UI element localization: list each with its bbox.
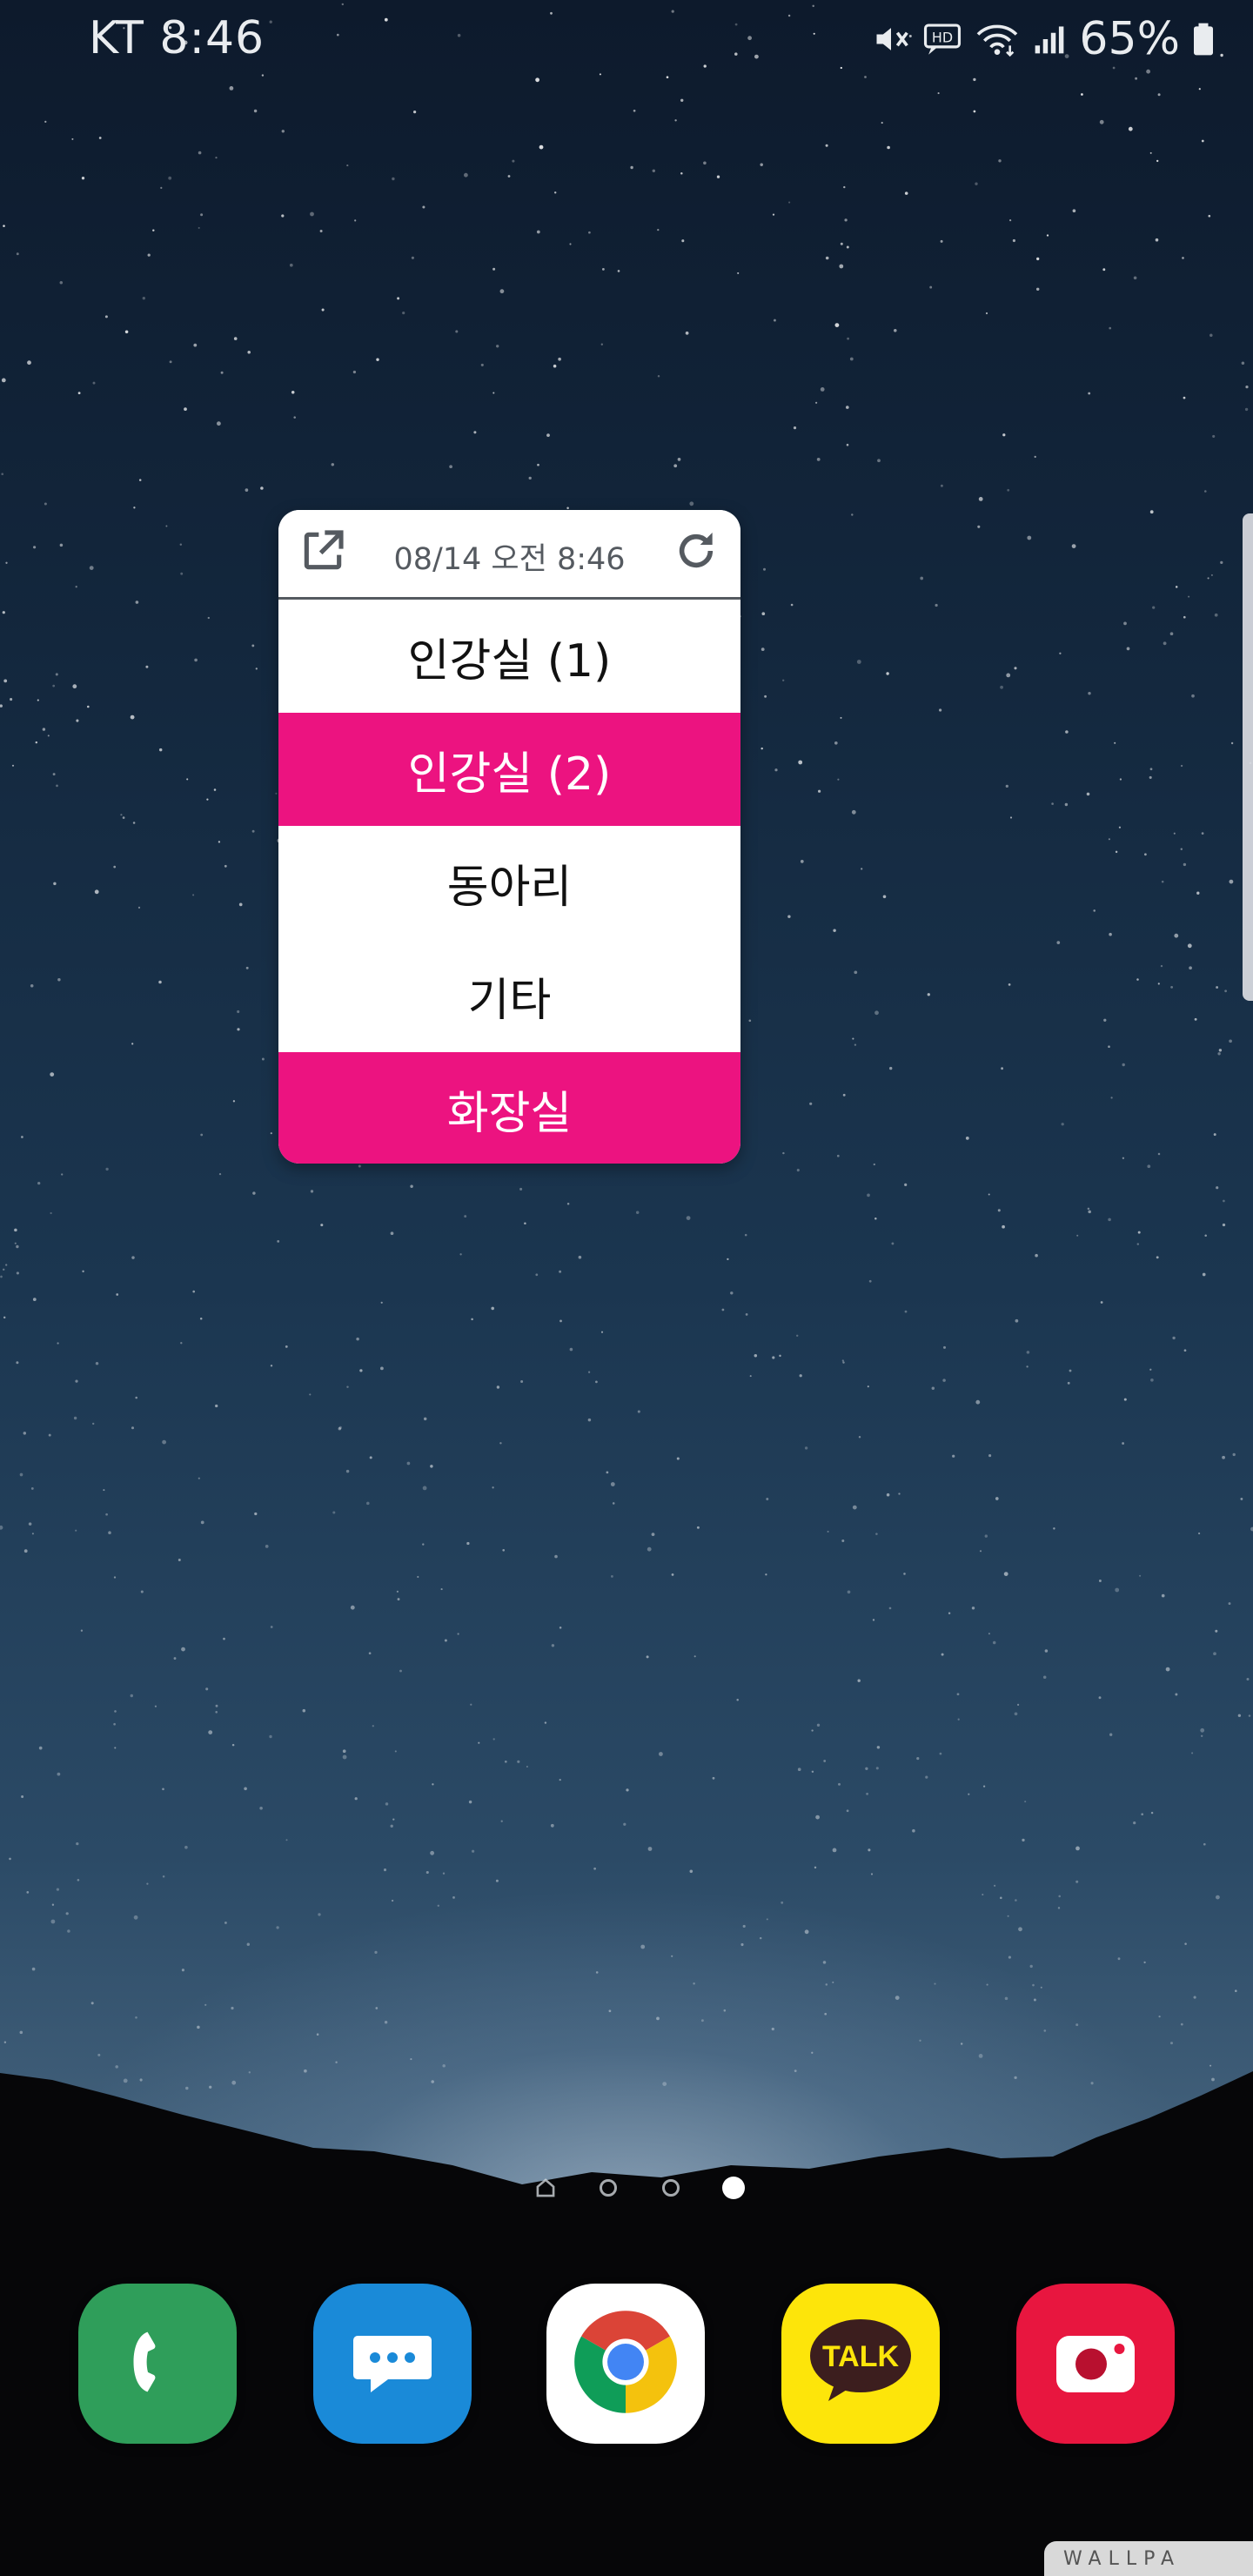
wifi-icon xyxy=(975,20,1020,58)
mute-icon xyxy=(872,20,910,58)
signal-icon xyxy=(1032,20,1067,58)
phone-icon xyxy=(110,2314,205,2413)
battery-percent: 65% xyxy=(1079,13,1180,65)
room-list: 인강실 (1) 인강실 (2) 동아리 기타 화장실 xyxy=(278,600,740,1164)
camera-icon xyxy=(1043,2310,1148,2418)
widget-header: 08/14 오전 8:46 xyxy=(278,510,740,600)
home-page-dot[interactable] xyxy=(534,2177,557,2199)
page-dot[interactable] xyxy=(660,2177,682,2199)
messages-icon xyxy=(340,2310,445,2418)
svg-text:HD: HD xyxy=(932,30,953,46)
refresh-icon xyxy=(672,527,720,579)
status-icons: HD 65% xyxy=(872,12,1215,66)
app-dock: TALK xyxy=(0,2284,1253,2444)
edge-panel-handle[interactable] xyxy=(1243,513,1253,1001)
messages-app[interactable] xyxy=(313,2284,472,2444)
kakaotalk-icon: TALK xyxy=(804,2314,917,2413)
carrier-time: KT 8:46 xyxy=(89,12,265,64)
phone-app[interactable] xyxy=(78,2284,237,2444)
refresh-button[interactable] xyxy=(669,526,723,580)
kakao-talk-label: TALK xyxy=(822,2340,900,2373)
page-dot-current[interactable] xyxy=(722,2177,745,2199)
room-item-club[interactable]: 동아리 xyxy=(278,826,740,939)
room-item-lecture-2[interactable]: 인강실 (2) xyxy=(278,713,740,826)
room-item-etc[interactable]: 기타 xyxy=(278,939,740,1052)
chrome-app[interactable] xyxy=(546,2284,705,2444)
wallpaper-watermark: WALLPA xyxy=(1044,2541,1253,2576)
page-dot[interactable] xyxy=(597,2177,620,2199)
page-indicator xyxy=(0,2170,1253,2205)
chrome-icon xyxy=(565,2301,687,2426)
room-item-lecture-1[interactable]: 인강실 (1) xyxy=(278,600,740,713)
camera-app[interactable] xyxy=(1016,2284,1175,2444)
room-item-restroom[interactable]: 화장실 xyxy=(278,1052,740,1164)
hd-icon: HD xyxy=(922,20,962,58)
battery-icon xyxy=(1192,20,1215,58)
status-bar: KT 8:46 HD 65% xyxy=(0,0,1253,78)
kakaotalk-app[interactable]: TALK xyxy=(781,2284,940,2444)
room-status-widget: 08/14 오전 8:46 인강실 (1) 인강실 (2) 동아리 기타 화장실 xyxy=(278,510,740,1164)
